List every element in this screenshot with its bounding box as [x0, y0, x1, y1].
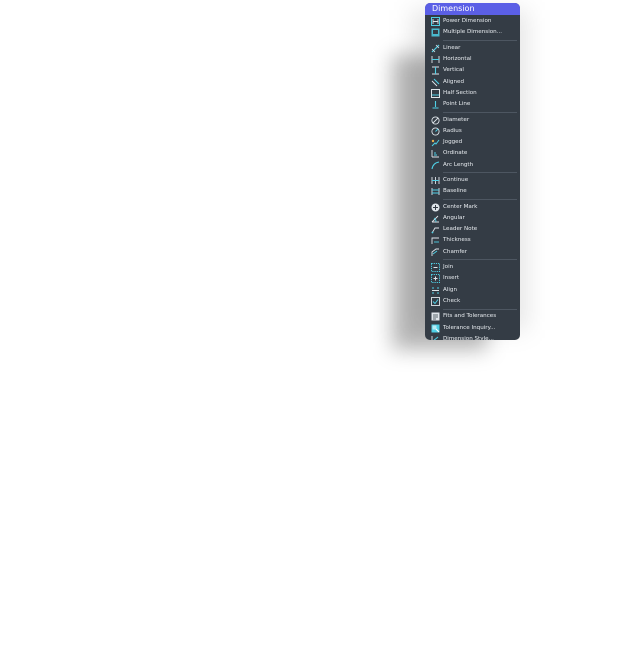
chamfer-icon [430, 248, 441, 257]
menu-item-label: Multiple Dimension... [443, 29, 503, 36]
insert-icon [430, 274, 441, 284]
linear-icon [430, 44, 441, 53]
menu-item-label: Center Mark [443, 203, 478, 210]
menu-item-label: Arc Length [443, 161, 474, 168]
menu-item-label: Chamfer [443, 248, 468, 255]
menu-item-label: Horizontal [443, 56, 472, 63]
baseline-icon [430, 187, 441, 196]
menu-separator [443, 40, 517, 42]
menu-item-center-mark[interactable]: Center Mark [425, 201, 520, 212]
menu-item-label: Join [443, 264, 454, 271]
menu-item-thickness[interactable]: Thickness [425, 235, 520, 246]
menu-item-ordinate[interactable]: Ordinate [425, 148, 520, 159]
menu-item-label: Diameter [443, 116, 470, 123]
menu-item-label: Linear [443, 44, 461, 51]
menu-item-align[interactable]: Align [425, 285, 520, 296]
check-icon [430, 297, 441, 306]
menu-item-label: Aligned [443, 78, 465, 85]
angular-icon [430, 214, 441, 223]
menu-item-point-line[interactable]: Point Line [425, 99, 520, 110]
menu-item-diameter[interactable]: Diameter [425, 114, 520, 125]
menu-item-label: Angular [443, 214, 465, 221]
menu-item-linear[interactable]: Linear [425, 43, 520, 54]
center-mark-icon [430, 203, 441, 212]
leader-note-icon [430, 225, 441, 234]
menu-separator [443, 308, 517, 310]
arc-length-icon [430, 161, 441, 170]
menu-item-radius[interactable]: Radius [425, 126, 520, 137]
menu-item-continue[interactable]: Continue [425, 175, 520, 186]
dimension-menu: Dimension Power Dimension Multiple Dimens… [425, 3, 520, 340]
menu-item-dimension-style[interactable]: Dimension Style... [425, 334, 520, 340]
menu-item-aligned[interactable]: Aligned [425, 76, 520, 87]
point-line-icon [430, 100, 441, 109]
menu-item-label: Radius [443, 127, 462, 134]
menu-separator [443, 111, 517, 113]
menu-title: Dimension [425, 3, 520, 15]
menu-item-label: Insert [443, 275, 460, 282]
menu-separator [443, 198, 517, 200]
menu-item-baseline[interactable]: Baseline [425, 186, 520, 197]
menu-item-label: Baseline [443, 188, 467, 195]
menu-item-label: Vertical [443, 67, 464, 74]
vertical-icon [430, 66, 441, 75]
menu-item-power-dimension[interactable]: Power Dimension [425, 16, 520, 27]
align-icon [430, 286, 441, 295]
menu-item-label: Power Dimension [443, 18, 492, 25]
radius-icon [430, 127, 441, 136]
power-dimension-icon [430, 17, 441, 27]
menu-item-horizontal[interactable]: Horizontal [425, 54, 520, 65]
menu-separator [443, 172, 517, 174]
menu-item-label: Ordinate [443, 150, 468, 157]
menu-item-arc-length[interactable]: Arc Length [425, 160, 520, 171]
menu-item-label: Leader Note [443, 226, 478, 233]
tolerance-inquiry-icon [430, 324, 441, 333]
menu-item-join[interactable]: Join [425, 262, 520, 273]
multiple-dimension-icon [430, 28, 441, 37]
diameter-icon [430, 115, 441, 125]
menu-item-insert[interactable]: Insert [425, 273, 520, 284]
half-section-icon [430, 88, 441, 98]
join-icon [430, 263, 441, 273]
menu-item-label: Align [443, 286, 458, 293]
menu-item-tolerance-inquiry[interactable]: Tolerance Inquiry... [425, 322, 520, 333]
menu-separator [443, 259, 517, 261]
menu-body: Power Dimension Multiple Dimension... Line… [425, 15, 520, 340]
fits-tolerances-icon [430, 312, 441, 321]
menu-item-label: Tolerance Inquiry... [443, 324, 496, 331]
menu-item-label: Half Section [443, 89, 477, 96]
menu-item-label: Jogged [443, 139, 463, 146]
menu-item-check[interactable]: Check [425, 296, 520, 307]
horizontal-icon [430, 55, 441, 64]
ordinate-icon [430, 149, 441, 158]
menu-item-leader-note[interactable]: Leader Note [425, 224, 520, 235]
menu-item-label: Continue [443, 177, 469, 183]
continue-icon [430, 176, 441, 185]
thickness-icon [430, 236, 441, 245]
menu-item-label: Check [443, 297, 461, 304]
jogged-icon [430, 138, 441, 147]
menu-item-vertical[interactable]: Vertical [425, 65, 520, 76]
menu-item-fits-and-tolerances[interactable]: Fits and Tolerances [425, 311, 520, 322]
menu-item-label: Point Line [443, 101, 471, 108]
menu-item-half-section[interactable]: Half Section [425, 88, 520, 99]
menu-item-angular[interactable]: Angular [425, 213, 520, 224]
aligned-icon [430, 78, 441, 87]
menu-item-chamfer[interactable]: Chamfer [425, 247, 520, 258]
menu-item-label: Dimension Style... [443, 335, 494, 340]
dimension-style-icon [430, 335, 441, 340]
menu-item-label: Fits and Tolerances [443, 313, 497, 320]
menu-item-jogged[interactable]: Jogged [425, 137, 520, 148]
menu-item-label: Thickness [443, 237, 471, 244]
menu-item-multiple-dimension[interactable]: Multiple Dimension... [425, 27, 520, 38]
